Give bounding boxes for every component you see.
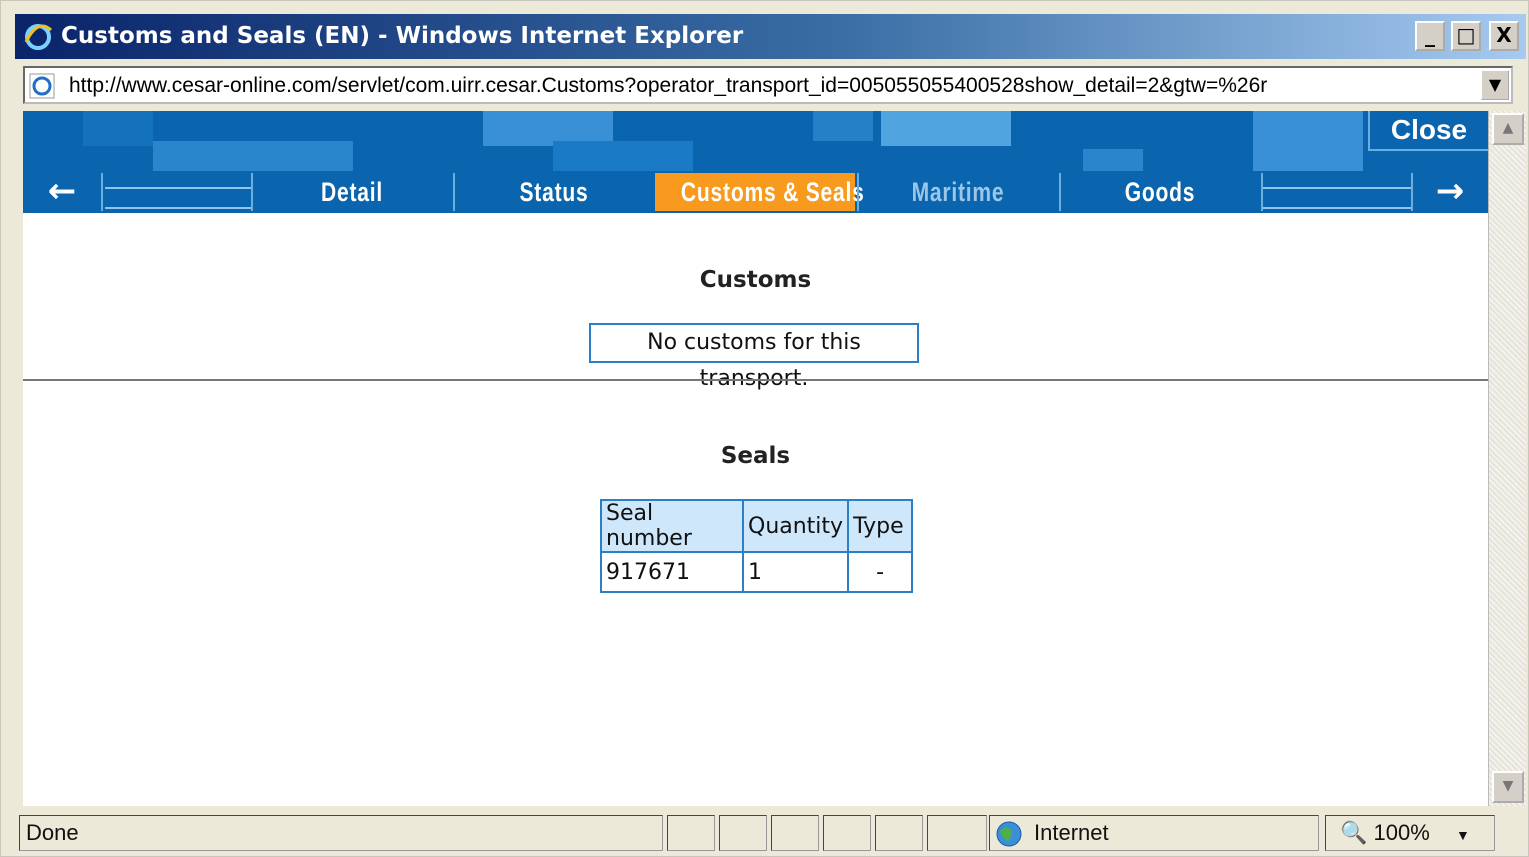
security-zone-label: Internet — [1034, 820, 1109, 845]
arrow-left-icon[interactable]: ← — [23, 173, 101, 211]
customs-message: No customs for this transport. — [589, 323, 919, 391]
window-title: Customs and Seals (EN) - Windows Interne… — [61, 23, 744, 49]
scroll-down-button[interactable]: ▼ — [1492, 771, 1524, 803]
column-header-quantity: Quantity — [741, 499, 850, 553]
seals-heading: Seals — [720, 443, 791, 469]
tab-customs-seals-label: Customs & Seals — [680, 177, 865, 207]
chevron-down-icon: ▼ — [1455, 827, 1470, 843]
security-zone[interactable]: Internet — [989, 815, 1319, 851]
tab-detail[interactable]: Detail — [273, 173, 431, 211]
table-row: 917671 1 - — [600, 551, 914, 593]
triangle-down-icon: ▼ — [1502, 778, 1514, 794]
minimize-button[interactable]: _ — [1415, 21, 1445, 51]
triangle-up-icon: ▲ — [1502, 120, 1514, 136]
zoom-level: 100% — [1373, 820, 1430, 845]
column-header-seal-number: Seal number — [600, 499, 744, 553]
browser-window: Customs and Seals (EN) - Windows Interne… — [0, 0, 1529, 857]
quantity-cell: 1 — [741, 551, 850, 593]
tab-bar: ← Detail Status Customs & Seals Maritime… — [23, 173, 1488, 213]
scroll-up-button[interactable]: ▲ — [1492, 113, 1524, 145]
window-close-button[interactable]: X — [1489, 21, 1519, 51]
globe-icon — [996, 821, 1022, 847]
address-bar[interactable]: http://www.cesar-online.com/servlet/com.… — [23, 66, 1513, 104]
page-content: Close ← Detail Status Customs & Seals Ma… — [23, 111, 1488, 806]
arrow-right-icon[interactable]: → — [1411, 173, 1488, 211]
vertical-scrollbar[interactable]: ▲ ▼ — [1488, 111, 1526, 806]
internet-explorer-icon — [24, 24, 53, 50]
address-dropdown-button[interactable]: ▼ — [1481, 70, 1509, 100]
title-bar: Customs and Seals (EN) - Windows Interne… — [15, 14, 1526, 59]
status-bar: Done Internet 🔍 100% ▼ — [15, 813, 1526, 853]
section-divider — [23, 379, 1488, 381]
table-header-row: Seal number Quantity Type — [600, 499, 914, 553]
type-cell: - — [847, 551, 914, 593]
nav-banner: Close ← Detail Status Customs & Seals Ma… — [23, 111, 1488, 213]
column-header-type: Type — [847, 499, 914, 553]
status-text: Done — [19, 815, 663, 851]
tab-maritime: Maritime — [911, 177, 1005, 207]
seals-table: Seal number Quantity Type 917671 1 - — [600, 499, 914, 593]
close-button[interactable]: Close — [1368, 111, 1488, 151]
tab-customs-seals[interactable]: Customs & Seals — [655, 173, 864, 211]
chevron-down-icon: ▼ — [1488, 75, 1502, 94]
zoom-control[interactable]: 🔍 100% ▼ — [1325, 815, 1495, 851]
tab-status[interactable]: Status — [475, 173, 633, 211]
zoom-icon: 🔍 — [1340, 820, 1368, 845]
page-icon — [29, 73, 55, 99]
maximize-button[interactable]: □ — [1451, 21, 1481, 51]
seal-number-cell: 917671 — [600, 551, 744, 593]
tab-goods[interactable]: Goods — [1081, 173, 1239, 211]
customs-heading: Customs — [699, 267, 812, 293]
url-text[interactable]: http://www.cesar-online.com/servlet/com.… — [69, 74, 1474, 98]
